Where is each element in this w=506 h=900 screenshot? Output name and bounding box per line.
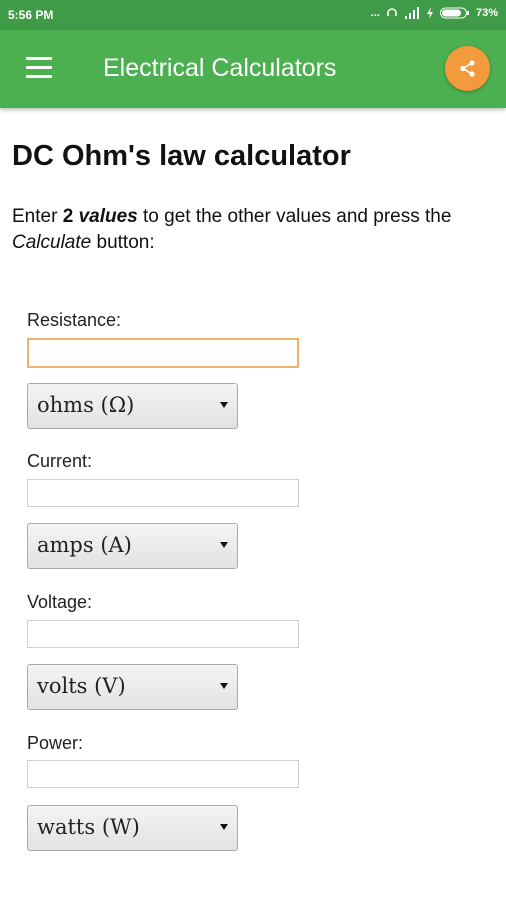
battery-icon xyxy=(439,7,469,19)
share-icon xyxy=(460,60,475,77)
voltage-unit-value: volts (V) xyxy=(37,674,126,698)
intro-italic: Calculate xyxy=(12,232,92,253)
dropdown-arrow-icon xyxy=(220,402,228,408)
voltage-unit-select[interactable]: volts (V) xyxy=(27,664,238,710)
status-time: 5:56 PM xyxy=(8,8,54,22)
power-label: Power: xyxy=(27,733,84,753)
share-button[interactable] xyxy=(445,46,490,91)
intro-bold-italic: values xyxy=(78,206,138,227)
dropdown-arrow-icon xyxy=(220,683,228,689)
current-input[interactable] xyxy=(27,479,299,507)
voltage-label: Voltage: xyxy=(27,592,93,612)
resistance-label: Resistance: xyxy=(27,310,122,330)
charging-icon xyxy=(426,7,433,19)
intro-part1: Enter xyxy=(12,206,63,227)
current-unit-value: amps (A) xyxy=(37,533,132,557)
app-title: Electrical Calculators xyxy=(103,54,337,82)
resistance-unit-value: ohms (Ω) xyxy=(37,393,135,417)
intro-bold: 2 xyxy=(62,206,74,227)
resistance-input[interactable] xyxy=(27,338,299,368)
intro-text: Enter 2 values to get the other values a… xyxy=(12,204,497,256)
status-icons: ... 73% xyxy=(371,7,498,19)
resistance-unit-select[interactable]: ohms (Ω) xyxy=(27,383,238,429)
dropdown-arrow-icon xyxy=(220,824,228,830)
current-label: Current: xyxy=(27,451,93,471)
battery-percent: 73% xyxy=(475,7,498,19)
current-unit-select[interactable]: amps (A) xyxy=(27,523,238,569)
intro-part2: to get the other values and press the xyxy=(137,206,452,227)
power-unit-value: watts (W) xyxy=(37,815,140,839)
status-dots: ... xyxy=(370,7,380,19)
power-input[interactable] xyxy=(27,760,299,788)
page-title: DC Ohm's law calculator xyxy=(12,140,351,172)
hamburger-menu-icon[interactable] xyxy=(26,57,54,79)
voltage-input[interactable] xyxy=(27,620,299,648)
signal-icon xyxy=(404,7,419,19)
power-unit-select[interactable]: watts (W) xyxy=(27,805,238,851)
app-bar: Electrical Calculators xyxy=(0,30,506,108)
status-bar: 5:56 PM ... 73% xyxy=(0,0,506,30)
headphones-icon xyxy=(387,8,397,16)
intro-part3: button: xyxy=(91,232,155,253)
dropdown-arrow-icon xyxy=(220,542,228,548)
